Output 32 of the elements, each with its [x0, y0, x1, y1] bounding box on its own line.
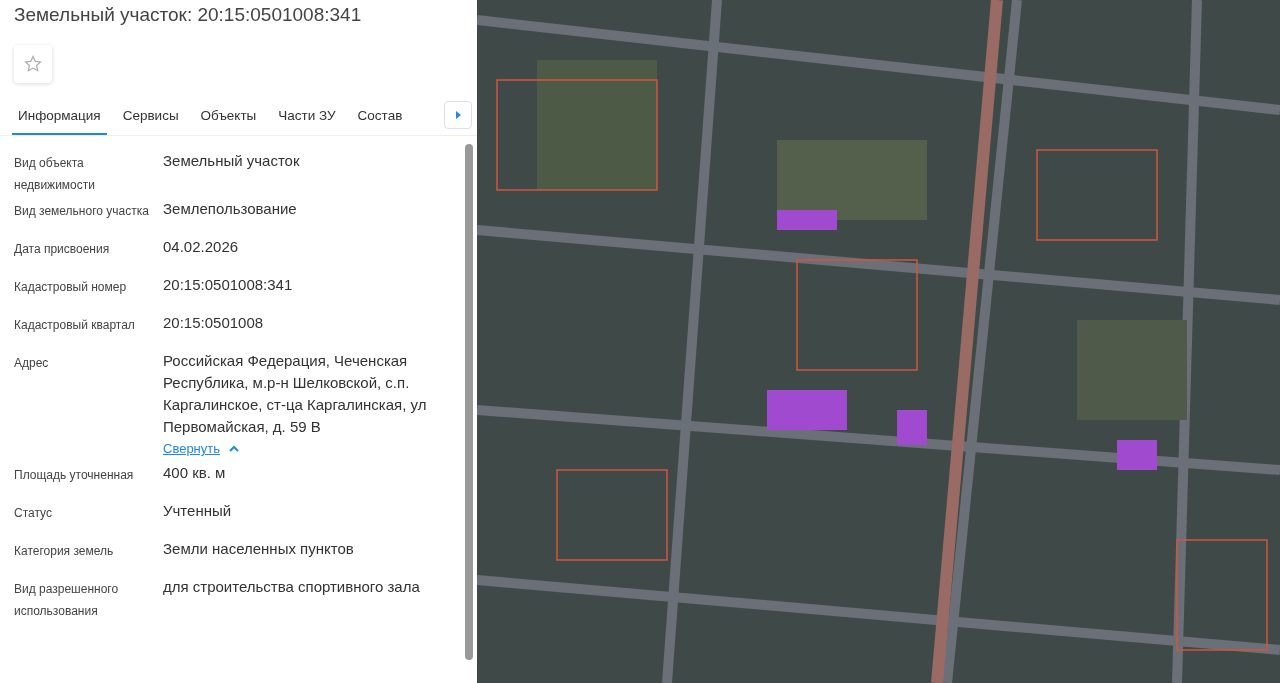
favorite-button[interactable] — [14, 45, 52, 83]
tab[interactable]: Сервисы — [116, 103, 185, 135]
field-label: Вид разрешенного использования — [14, 581, 120, 620]
collapse-link[interactable]: Свернуть — [163, 438, 240, 460]
tab[interactable]: Части ЗУ — [272, 103, 342, 135]
field-label: Категория земель — [14, 543, 115, 560]
field-value: Землепользование — [163, 199, 298, 219]
field-value: для строительства спортивного зала — [163, 577, 421, 597]
field-label: Вид земельного участка — [14, 203, 149, 220]
field-value: Российская Федерация, Чеченская Республика, м.р-н Шелковской, с.п. Каргалинское, ст-ца Каргалинская, ул Первомайская, д. 59 В — [163, 351, 428, 437]
field-label: Кадастровый номер — [14, 279, 128, 296]
page-title: Земельный участок: 20:15:0501008:341 — [14, 3, 363, 27]
tab[interactable]: Информация — [12, 103, 107, 135]
field-label: Кадастровый квартал — [14, 317, 136, 334]
scroll-tabs-button[interactable] — [444, 101, 472, 129]
field-value: 20:15:0501008 — [163, 313, 265, 333]
field-label: Адрес — [14, 355, 50, 372]
star-icon — [23, 54, 43, 74]
field-value: 04.02.2026 — [163, 237, 240, 257]
field-label: Статус — [14, 505, 53, 522]
field-value: Учтенный — [163, 501, 233, 521]
caret-icon — [228, 445, 240, 453]
field-label: Вид объекта недвижимости — [14, 155, 96, 194]
field-value: 20:15:0501008:341 — [163, 275, 294, 295]
tab[interactable]: Объекты — [194, 103, 263, 135]
caret-right-icon — [454, 110, 462, 120]
field-value: 400 кв. м — [163, 463, 227, 483]
field-label: Площадь уточненная — [14, 467, 135, 484]
field-label: Дата присвоения — [14, 241, 111, 258]
field-value: Земли населенных пунктов — [163, 539, 355, 559]
tab[interactable]: Состав — [351, 103, 409, 135]
field-value: Земельный участок — [163, 151, 301, 171]
